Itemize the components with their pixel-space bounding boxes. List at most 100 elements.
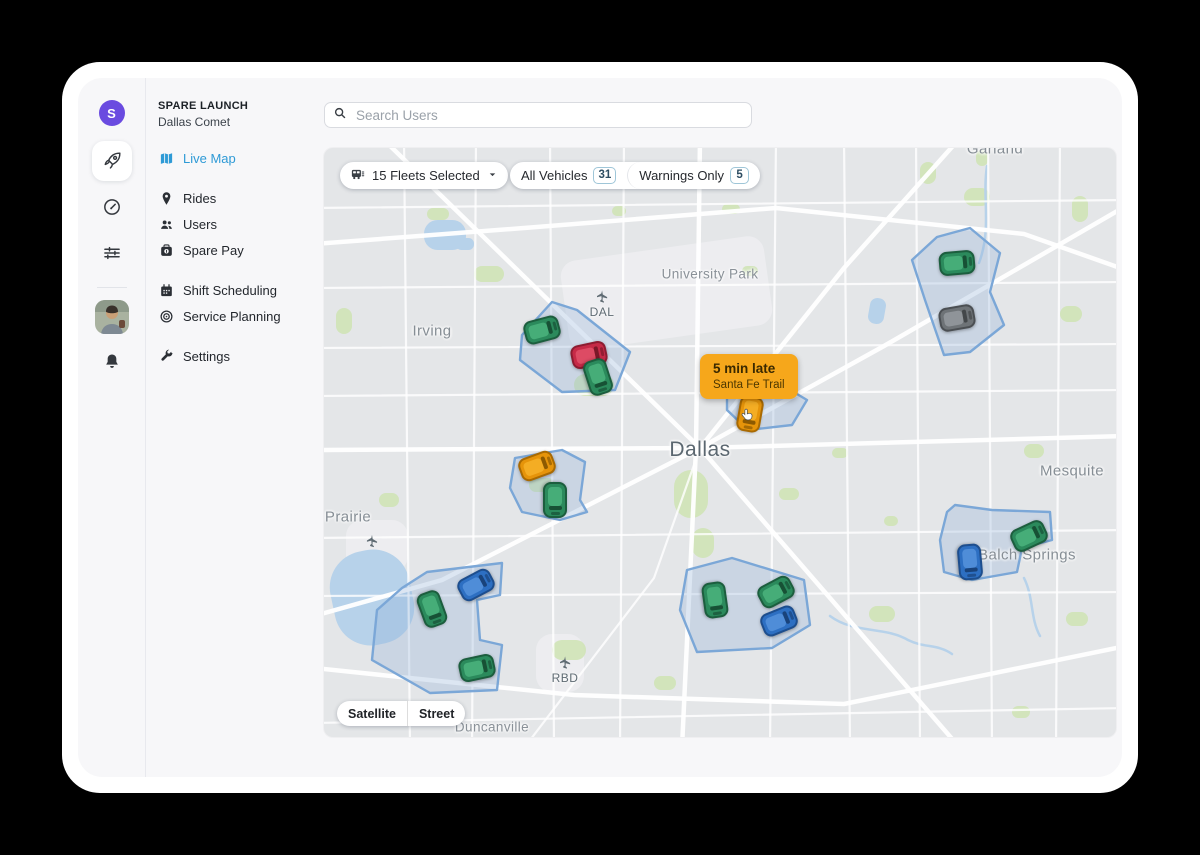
nav-item-label: Rides — [183, 191, 216, 206]
nav-group: Settings — [158, 343, 292, 369]
nav-item-label: Service Planning — [183, 309, 281, 324]
vehicle-roof — [943, 310, 964, 327]
layer-street-button[interactable]: Street — [407, 701, 465, 726]
rail-launch[interactable] — [92, 141, 132, 181]
vehicle-nose — [600, 347, 605, 356]
fleet-selector-dropdown[interactable]: 15 Fleets Selected — [340, 162, 508, 189]
vehicle-nose — [551, 512, 560, 515]
vehicle-nose — [432, 619, 441, 625]
icon-rail: S — [78, 78, 146, 777]
rail-notifications[interactable] — [92, 342, 132, 382]
nav-item-shift-scheduling[interactable]: Shift Scheduling — [158, 277, 292, 303]
creek — [1024, 578, 1040, 636]
nav-item-label: Live Map — [183, 151, 236, 166]
sliders-icon — [102, 243, 122, 263]
park-area — [1012, 706, 1030, 718]
app-logo[interactable]: S — [92, 99, 132, 127]
park-area — [742, 266, 758, 276]
app-window: S SPARE LAUNCH Dallas Comet Live Map Ride… — [62, 62, 1138, 793]
service-zone[interactable] — [912, 228, 1004, 355]
filter-warnings-only[interactable]: Warnings Only 5 — [627, 162, 760, 189]
vehicle-marker-blue[interactable] — [956, 543, 983, 581]
base-layer-switch: Satellite Street — [337, 701, 465, 726]
vehicle-windshield — [710, 605, 723, 611]
road-minor — [324, 344, 1116, 348]
park-area — [779, 488, 799, 500]
tooltip-status: 5 min late — [713, 361, 785, 376]
main-area: GarlandUniversity ParkIrvingDallasMesqui… — [292, 78, 1122, 777]
layer-satellite-button[interactable]: Satellite — [337, 701, 407, 726]
nav-group: Live Map — [158, 145, 292, 171]
vehicle-roof — [549, 487, 563, 506]
search-bar[interactable] — [324, 102, 752, 128]
vehicle-filter-toggle: All Vehicles 31 Warnings Only 5 — [510, 162, 760, 189]
tooltip-route: Santa Fe Trail — [713, 379, 785, 391]
vehicle-roof — [707, 586, 724, 607]
org-name: SPARE LAUNCH — [158, 100, 292, 112]
app-surface: S SPARE LAUNCH Dallas Comet Live Map Ride… — [78, 78, 1122, 777]
user-avatar[interactable] — [95, 300, 129, 334]
nav-item-live-map[interactable]: Live Map — [158, 145, 292, 171]
vehicle-windshield — [962, 255, 967, 268]
park-area — [1024, 444, 1044, 458]
road-minor — [988, 148, 992, 737]
fleet-selector-label: 15 Fleets Selected — [372, 168, 480, 183]
nav-item-label: Spare Pay — [183, 243, 244, 258]
vehicle-roof — [962, 548, 978, 568]
nav-item-users[interactable]: Users — [158, 211, 292, 237]
nav-group: Shift Scheduling Service Planning — [158, 277, 292, 329]
vehicle-windshield — [962, 309, 968, 322]
road-minor — [324, 200, 1116, 208]
park-area — [654, 676, 676, 690]
nav-item-service-planning[interactable]: Service Planning — [158, 303, 292, 329]
park-area — [427, 208, 449, 220]
water-area — [867, 297, 887, 325]
park-area — [884, 516, 898, 526]
park-area — [474, 266, 504, 282]
gauge-icon — [102, 197, 122, 217]
park-area — [976, 150, 988, 166]
vehicle-nose — [743, 425, 752, 430]
park-area — [552, 640, 586, 660]
nav-menu: Live Map Rides Users Spare Pay Shift Schedul… — [158, 145, 292, 369]
rail-divider — [97, 287, 127, 288]
nav-item-label: Users — [183, 217, 217, 232]
park-area — [832, 448, 848, 458]
vehicle-windshield — [549, 506, 562, 510]
fleet-icon — [350, 167, 365, 185]
park-area — [869, 606, 895, 622]
park-area — [1060, 306, 1082, 322]
app-logo-badge: S — [99, 100, 125, 126]
vehicle-roof — [943, 255, 963, 271]
nav-item-spare-pay[interactable]: Spare Pay — [158, 237, 292, 263]
vehicle-nose — [713, 611, 722, 615]
vehicle-marker-green[interactable] — [701, 581, 730, 620]
rocket-icon — [102, 151, 122, 171]
fleet-name: Dallas Comet — [158, 115, 292, 129]
map-canvas[interactable]: GarlandUniversity ParkIrvingDallasMesqui… — [324, 148, 1116, 737]
filter-all-vehicles[interactable]: All Vehicles 31 — [510, 162, 627, 189]
road-minor — [620, 148, 624, 737]
road-minor — [1056, 148, 1060, 737]
vehicle-marker-green[interactable] — [938, 249, 976, 276]
pay-icon — [158, 242, 174, 258]
nav-item-label: Settings — [183, 349, 230, 364]
search-input[interactable] — [354, 107, 743, 124]
service-zone[interactable] — [680, 558, 810, 652]
nav-item-settings[interactable]: Settings — [158, 343, 292, 369]
chevron-down-icon — [487, 168, 498, 183]
vehicle-nose — [547, 456, 553, 465]
users-icon — [158, 216, 174, 232]
warnings-count-badge: 5 — [730, 167, 749, 184]
vehicle-marker-green[interactable] — [543, 482, 567, 518]
search-icon — [333, 106, 347, 125]
map-icon — [158, 150, 174, 166]
hand-cursor-icon — [739, 407, 756, 424]
rail-preferences[interactable] — [92, 233, 132, 273]
nav-item-rides[interactable]: Rides — [158, 185, 292, 211]
rail-dashboard[interactable] — [92, 187, 132, 227]
vehicle-nose — [488, 660, 493, 669]
vehicle-nose — [968, 310, 973, 319]
vehicle-nose — [552, 321, 557, 330]
pin-icon — [158, 190, 174, 206]
